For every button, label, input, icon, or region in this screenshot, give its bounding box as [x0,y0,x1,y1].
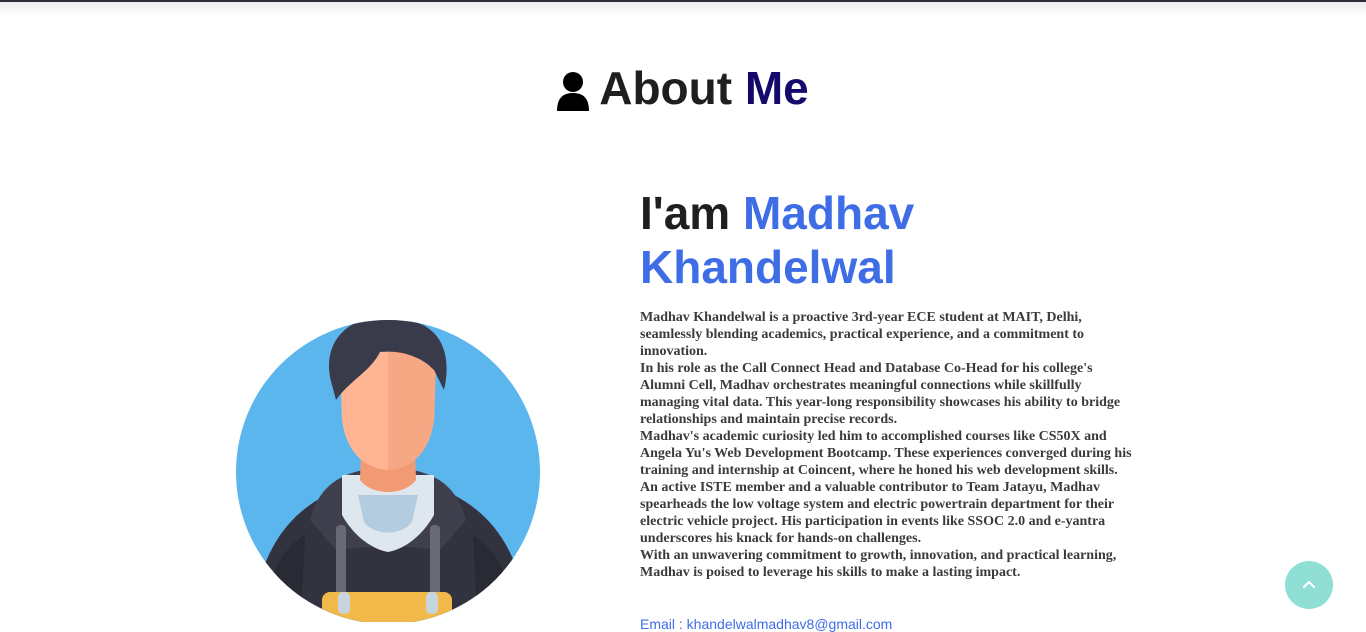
bio-paragraph: An active ISTE member and a valuable con… [640,480,1114,546]
bio-paragraph: Madhav's academic curiosity led him to a… [640,429,1132,478]
bio-text: Madhav Khandelwal is a proactive 3rd-yea… [640,309,1140,581]
name-last: Khandelwal [640,241,896,293]
avatar [230,300,550,622]
heading-prefix: About [599,62,733,114]
section-heading: About Me [0,60,1366,123]
bio-paragraph: Madhav Khandelwal is a proactive 3rd-yea… [640,310,1085,359]
name-first: Madhav [742,187,915,239]
bio-paragraph: With an unwavering commitment to growth,… [640,548,1117,580]
header-shadow [0,2,1366,16]
email-link[interactable]: Email : khandelwalmadhav8@gmail.com [640,616,892,632]
heading-accent: Me [744,62,809,114]
user-icon [557,67,590,123]
intro-title: I'am Madhav Khandelwal [640,186,1160,294]
chevron-up-icon [1302,576,1316,594]
scroll-top-button[interactable] [1285,561,1333,609]
intro-prefix: I'am [640,187,731,239]
bio-paragraph: In his role as the Call Connect Head and… [640,361,1121,427]
